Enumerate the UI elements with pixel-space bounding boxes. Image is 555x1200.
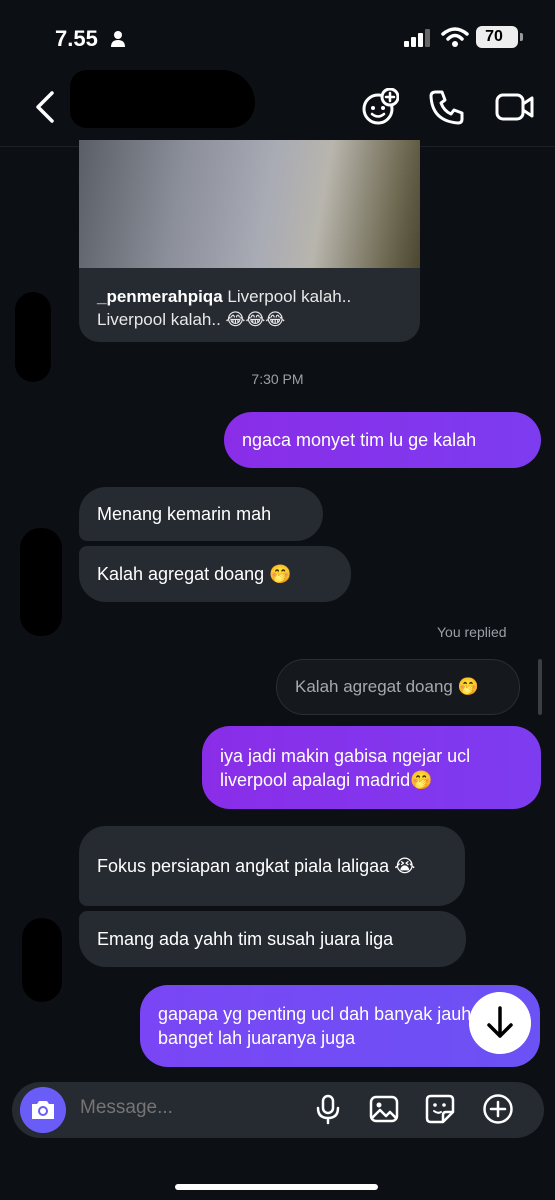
reply-quote[interactable]: Kalah agregat doang 🤭 [276, 659, 520, 715]
gallery-icon[interactable] [368, 1093, 400, 1125]
message-bubble-incoming[interactable]: Kalah agregat doang 🤭 [79, 546, 351, 602]
message-input[interactable] [80, 1097, 300, 1119]
phone-icon[interactable] [428, 88, 466, 126]
reply-indicator-bar [538, 659, 542, 715]
post-caption: _penmerahpiqa Liverpool kalah.. Liverpoo… [97, 285, 407, 331]
message-text: Emang ada yahh tim susah juara liga [97, 929, 394, 949]
message-text: Kalah agregat doang 🤭 [97, 564, 292, 584]
message-timestamp: 7:30 PM [251, 371, 304, 387]
redacted-contact-name[interactable] [70, 70, 255, 128]
battery-indicator: 70 [476, 26, 523, 48]
scroll-to-bottom-button[interactable] [469, 992, 531, 1054]
wifi-icon [441, 27, 469, 47]
redacted-avatar [20, 528, 62, 636]
message-bubble-outgoing[interactable]: ngaca monyet tim lu ge kalah [224, 412, 541, 468]
sticker-icon[interactable] [424, 1093, 456, 1125]
message-text: gapapa yg penting ucl dah banyak jauh ba… [158, 1004, 472, 1048]
reply-quote-text: Kalah agregat doang 🤭 [295, 677, 479, 696]
person-icon [111, 31, 125, 47]
post-thumbnail[interactable] [79, 140, 420, 268]
message-bubble-incoming[interactable]: Emang ada yahh tim susah juara liga [79, 911, 466, 967]
shared-post[interactable]: _penmerahpiqa Liverpool kalah.. Liverpoo… [79, 140, 420, 342]
camera-button[interactable] [20, 1087, 66, 1133]
status-time: 7.55 [55, 26, 98, 51]
video-game-effects-icon[interactable] [361, 88, 399, 126]
message-text: iya jadi makin gabisa ngejar ucl liverpo… [220, 745, 471, 790]
home-indicator [175, 1184, 378, 1190]
message-bubble-incoming[interactable]: Fokus persiapan angkat piala laligaa 😭 [79, 826, 465, 906]
message-bubble-outgoing[interactable]: iya jadi makin gabisa ngejar ucl liverpo… [202, 726, 541, 809]
message-text: Fokus persiapan angkat piala laligaa 😭 [97, 856, 416, 876]
signal-icon [404, 29, 430, 47]
add-icon[interactable] [482, 1093, 514, 1125]
reply-label: You replied [437, 624, 507, 640]
post-username: _penmerahpiqa [97, 287, 223, 306]
redacted-avatar [22, 918, 62, 1002]
microphone-icon[interactable] [312, 1093, 344, 1125]
video-camera-icon[interactable] [495, 88, 535, 126]
message-bubble-incoming[interactable]: Menang kemarin mah [79, 487, 323, 541]
message-text: Menang kemarin mah [97, 504, 272, 524]
back-chevron-icon[interactable] [34, 90, 56, 124]
redacted-avatar [15, 292, 51, 382]
message-text: ngaca monyet tim lu ge kalah [242, 430, 477, 450]
